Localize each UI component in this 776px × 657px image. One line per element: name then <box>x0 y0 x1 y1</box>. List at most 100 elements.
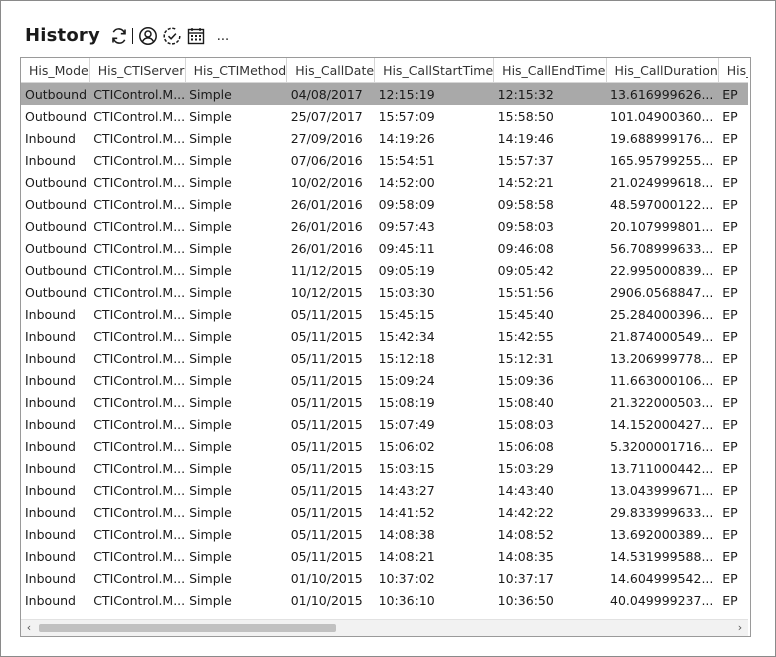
table-cell: 19.688999176... <box>610 130 714 146</box>
table-row[interactable]: Outbound CTIControl.M... Simple 25/07/2017 1… <box>21 105 748 127</box>
column-header[interactable]: His_CallStartTime <box>374 58 495 83</box>
scroll-left-icon[interactable]: ‹ <box>21 620 37 636</box>
table-row[interactable]: Inbound CTIControl.M... Simple 05/11/2015 14… <box>21 479 748 501</box>
table-cell: 15:03:15 <box>378 460 435 476</box>
table-cell: EP <box>722 328 738 344</box>
table-row[interactable]: Outbound CTIControl.M... Simple 10/12/2015 1… <box>21 281 748 303</box>
table-row[interactable]: Outbound CTIControl.M... Simple 10/02/2016 1… <box>21 171 748 193</box>
table-cell: 2906.0568847... <box>610 284 714 300</box>
user-circle-icon[interactable] <box>136 24 160 48</box>
table-cell: EP <box>722 460 738 476</box>
table-cell: 14:41:52 <box>378 504 435 520</box>
more-options-button[interactable]: ... <box>214 29 232 44</box>
table-cell: Outbound <box>21 82 90 105</box>
table-cell: Simple <box>189 262 232 278</box>
column-header[interactable]: His_Mode <box>21 58 90 83</box>
table-cell: CTIControl.M... <box>93 240 186 256</box>
table-cell: EP <box>722 350 738 366</box>
table-row[interactable]: Inbound CTIControl.M... Simple 05/11/2015 15… <box>21 457 748 479</box>
table-cell: 20.107999801... <box>610 218 714 234</box>
table-cell: 09:45:11 <box>378 240 435 256</box>
table-cell: Inbound <box>25 328 76 344</box>
table-cell: 11.663000106... <box>610 372 714 388</box>
table-cell: EP <box>722 152 738 168</box>
table-cell: 05/11/2015 <box>290 416 363 432</box>
table-cell: 14:08:35 <box>497 548 554 564</box>
table-row[interactable]: Outbound CTIControl.M... Simple 26/01/2016 0… <box>21 215 748 237</box>
column-header[interactable]: His_CTIServer <box>89 58 186 83</box>
table-row[interactable]: Inbound CTIControl.M... Simple 05/11/2015 14… <box>21 545 748 567</box>
column-header[interactable]: His_CallEndTime <box>493 58 607 83</box>
table-cell: CTIControl.M... <box>93 218 186 234</box>
table-cell: Inbound <box>25 570 76 586</box>
table-cell: CTIControl.M... <box>93 108 186 124</box>
table-cell: CTIControl.M... <box>93 394 186 410</box>
table-cell: Simple <box>189 240 232 256</box>
table-cell: 09:05:19 <box>378 262 435 278</box>
table-cell: 15:42:34 <box>378 328 435 344</box>
table-cell: EP <box>722 108 738 124</box>
table-cell: 15:58:50 <box>497 108 554 124</box>
table-cell: 09:05:42 <box>497 262 554 278</box>
table-cell: 15:08:03 <box>497 416 554 432</box>
table-cell: 14.152000427... <box>610 416 714 432</box>
table-row[interactable]: Inbound CTIControl.M... Simple 05/11/2015 15… <box>21 435 748 457</box>
table-row[interactable]: Inbound CTIControl.M... Simple 05/11/2015 14… <box>21 501 748 523</box>
table-row[interactable]: Inbound CTIControl.M... Simple 05/11/2015 15… <box>21 325 748 347</box>
scroll-right-icon[interactable]: › <box>732 620 748 636</box>
table-row[interactable]: Outbound CTIControl.M... Simple 26/01/2016 0… <box>21 193 748 215</box>
table-cell: 14:08:21 <box>378 548 435 564</box>
column-header[interactable]: His_ <box>718 58 748 83</box>
table-row[interactable]: Inbound CTIControl.M... Simple 01/10/2015 10… <box>21 567 748 589</box>
column-header[interactable]: His_CTIMethod <box>185 58 288 83</box>
table-cell: 29.833999633... <box>610 504 714 520</box>
table-cell: 15:12:18 <box>378 350 435 366</box>
table-row[interactable]: Inbound CTIControl.M... Simple 05/11/2015 15… <box>21 347 748 369</box>
table-cell: CTIControl.M... <box>93 262 186 278</box>
table-cell: 13.616999626... <box>606 82 719 105</box>
table-cell: Inbound <box>25 548 76 564</box>
table-row[interactable]: Inbound CTIControl.M... Simple 01/10/2015 10… <box>21 589 748 611</box>
table-cell: Inbound <box>25 526 76 542</box>
horizontal-scrollbar[interactable]: ‹ › <box>21 619 748 636</box>
table-cell: 15:03:29 <box>497 460 554 476</box>
table-cell: Inbound <box>25 372 76 388</box>
table-cell: 05/11/2015 <box>290 306 363 322</box>
calendar-icon[interactable] <box>184 24 208 48</box>
table-cell: 05/11/2015 <box>290 504 363 520</box>
table-cell: 10/02/2016 <box>290 174 363 190</box>
history-table: His_Mode His_CTIServer His_CTIMethod His_Ca… <box>21 58 748 611</box>
table-row[interactable]: Outbound CTIControl.M... Simple 04/08/2017 1… <box>21 82 748 105</box>
table-cell: 01/10/2015 <box>290 592 363 608</box>
table-cell: EP <box>722 218 738 234</box>
table-cell: EP <box>722 240 738 256</box>
table-cell: 10:37:17 <box>497 570 554 586</box>
table-row[interactable]: Inbound CTIControl.M... Simple 07/06/2016 15… <box>21 149 748 171</box>
table-row[interactable]: Inbound CTIControl.M... Simple 05/11/2015 15… <box>21 369 748 391</box>
table-row[interactable]: Outbound CTIControl.M... Simple 26/01/2016 0… <box>21 237 748 259</box>
table-cell: 13.692000389... <box>610 526 714 542</box>
table-cell: CTIControl.M... <box>93 372 186 388</box>
refresh-icon[interactable] <box>107 24 131 48</box>
table-row[interactable]: Inbound CTIControl.M... Simple 05/11/2015 14… <box>21 523 748 545</box>
table-cell: 21.024999618... <box>610 174 714 190</box>
table-row[interactable]: Inbound CTIControl.M... Simple 27/09/2016 14… <box>21 127 748 149</box>
grid-body: Outbound CTIControl.M... Simple 04/08/2017 1… <box>21 82 748 612</box>
table-cell: EP <box>722 394 738 410</box>
table-cell: 14:19:46 <box>497 130 554 146</box>
table-cell: 07/06/2016 <box>290 152 363 168</box>
table-row[interactable]: Inbound CTIControl.M... Simple 05/11/2015 15… <box>21 391 748 413</box>
table-cell: 13.711000442... <box>610 460 714 476</box>
table-row[interactable]: Inbound CTIControl.M... Simple 05/11/2015 15… <box>21 413 748 435</box>
history-window: History ... His_Mode His_CTIServer His_C… <box>0 0 776 657</box>
table-row[interactable]: Inbound CTIControl.M... Simple 05/11/2015 15… <box>21 303 748 325</box>
table-cell: 15:45:15 <box>378 306 435 322</box>
table-cell: 22.995000839... <box>610 262 714 278</box>
scrollbar-thumb[interactable] <box>39 624 336 632</box>
check-circle-icon[interactable] <box>160 24 184 48</box>
table-cell: EP <box>722 438 738 454</box>
table-cell: Outbound <box>25 240 88 256</box>
table-row[interactable]: Outbound CTIControl.M... Simple 11/12/2015 0… <box>21 259 748 281</box>
column-header[interactable]: His_CallDuration <box>606 58 719 83</box>
column-header[interactable]: His_CallDate <box>286 58 376 83</box>
